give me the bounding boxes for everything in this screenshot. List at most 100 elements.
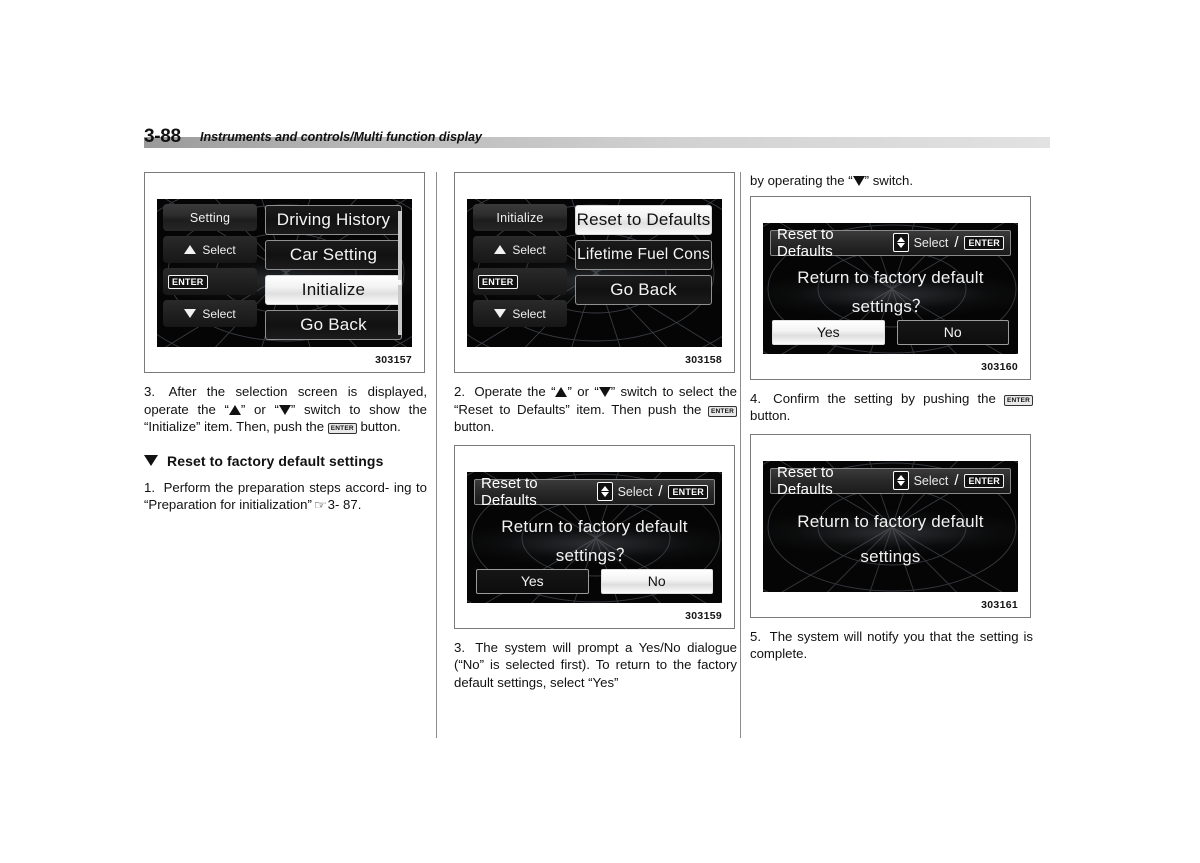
dialog-message-line: settings？ [555,545,634,565]
rail-up-label: Select [202,242,236,257]
figure-303160: Reset to Defaults Select / ENTER Return … [750,195,1031,380]
triangle-up-icon [555,387,568,397]
step-text: After the selection screen is displayed, [168,384,427,399]
dialog-title: Reset to Defaults [481,474,538,509]
menu-item[interactable]: Car Setting [265,240,402,270]
dialog-message: Return to factory default settings [763,507,1018,571]
figure-number: 303157 [375,354,412,366]
enter-key-icon: ENTER [964,473,1004,488]
rail-title-button[interactable]: Setting [163,204,257,231]
enter-key-icon: ENTER [1003,394,1033,406]
rail-enter-button[interactable]: ENTER [473,268,567,295]
rail-up-label: Select [512,242,546,257]
step-text: ” or “ [567,384,599,399]
figure-303159: Reset to Defaults Select / ENTER Return … [454,444,735,629]
triangle-down-icon [494,309,507,318]
mfd-screen-initialize-menu: Initialize Select ENTER Select Reset to … [467,199,722,347]
rail-down-select-button[interactable]: Select [473,300,567,327]
step-number: 3. [454,639,465,655]
rail-up-select-button[interactable]: Select [473,236,567,263]
column-divider-1 [436,172,437,738]
yes-button[interactable]: Yes [476,568,589,594]
dialog-message: Return to factory default settings？ [467,512,722,570]
step-text: operate the “ [144,401,229,417]
section-heading-label: Reset to factory default settings [167,452,384,469]
lead-text: by operating the “ ” switch. [750,172,1033,190]
step-text: ” switch to show the [290,401,427,417]
dialog-select-label: Select [913,473,949,488]
menu-item[interactable]: Lifetime Fuel Cons [575,240,712,270]
rail-down-select-button[interactable]: Select [163,300,257,327]
step-number: 4. [750,390,761,406]
rail-enter-button[interactable]: ENTER [163,268,257,295]
lead-text-part: ” switch. [864,173,913,188]
mfd-screen-setting-menu: Setting Select ENTER Select Driving Hist… [157,199,412,347]
step-text: ” switch to [610,384,674,399]
dialog-header: Reset to Defaults Select / ENTER [474,475,715,509]
up-down-arrows-icon [597,482,613,501]
figure-303158: Initialize Select ENTER Select Reset to … [454,172,735,373]
section-heading: Reset to factory default settings [144,453,427,469]
dialog-message: Return to factory default settings？ [763,263,1018,321]
step-text: Perform the preparation steps accord- [163,479,390,495]
step-text: push the [647,401,702,417]
column-2: Initialize Select ENTER Select Reset to … [454,172,737,691]
yes-button[interactable]: Yes [772,319,885,345]
dialog-buttons: Yes No [476,568,713,594]
menu-item[interactable]: Driving History [265,205,402,235]
mfd-screen-complete-message: Reset to Defaults Select / ENTER Return … [763,460,1018,592]
enter-key-icon: ENTER [478,274,518,289]
dialog-message-line: settings [860,546,921,566]
step-text: button. [360,419,401,434]
header-title: Instruments and controls/Multi function … [200,130,482,144]
manual-page: 3-88 Instruments and controls/Multi func… [0,0,1200,863]
triangle-down-icon [598,387,611,397]
no-button[interactable]: No [600,568,713,594]
dialog-header: Reset to Defaults Select / ENTER [770,464,1011,498]
dialog-message-line: Return to factory default [797,267,984,287]
lead-text-part: by operating the “ [750,173,853,188]
menu-scrollbar[interactable] [398,211,402,335]
rail-down-label: Select [512,306,546,321]
no-button[interactable]: No [896,319,1009,345]
step-text: “Initialize” item. Then, push the [144,419,325,434]
page-header: 3-88 Instruments and controls/Multi func… [144,126,1050,150]
step-text: Confirm the setting by pushing the [773,390,996,406]
step-number: 3. [144,384,155,399]
step-text: 3- [327,497,340,512]
step-text: button. [454,419,495,434]
column-divider-2 [740,172,741,738]
dialog-message-line: Return to factory default [501,516,688,536]
screen-menu-list: Driving History Car Setting Initialize G… [265,205,402,341]
triangle-down-icon [144,455,158,466]
step-text: The system will prompt a Yes/No [475,639,681,655]
menu-item[interactable]: Initialize [265,275,402,305]
menu-item[interactable]: Go Back [265,310,402,340]
rail-up-select-button[interactable]: Select [163,236,257,263]
dialog-title: Reset to Defaults [777,225,834,260]
dialog-message-line: settings？ [851,296,930,316]
dialog-slash: / [954,234,959,251]
rail-title-label: Setting [189,210,231,225]
step-1-text: 1. Perform the preparation steps accord-… [144,479,427,515]
reference-hand-icon: ☞ [313,498,327,512]
step-number: 2. [454,384,465,399]
step-text: The system will notify you that the [769,628,975,644]
dialog-select-label: Select [617,484,653,499]
step-3-text: 3. The system will prompt a Yes/No dialo… [454,639,737,692]
menu-item[interactable]: Reset to Defaults [575,205,712,235]
figure-number: 303160 [981,360,1018,373]
triangle-down-icon [184,309,197,318]
column-3: by operating the “ ” switch. Reset to Def… [750,172,1033,663]
figure-303157: Setting Select ENTER Select Driving Hist… [144,172,425,373]
triangle-up-icon [228,404,241,415]
figure-303161: Reset to Defaults Select / ENTER Return … [750,433,1031,618]
dialog-header: Reset to Defaults Select / ENTER [770,226,1011,260]
rail-title-label: Initialize [496,210,544,225]
mfd-screen-confirm-dialog-no: Reset to Defaults Select / ENTER Return … [467,471,722,603]
step-number: 5. [750,628,761,644]
menu-item[interactable]: Go Back [575,275,712,305]
rail-title-button[interactable]: Initialize [473,204,567,231]
step-text: button. [750,408,791,423]
step-4-text: 4. Confirm the setting by pushing the EN… [750,390,1033,425]
